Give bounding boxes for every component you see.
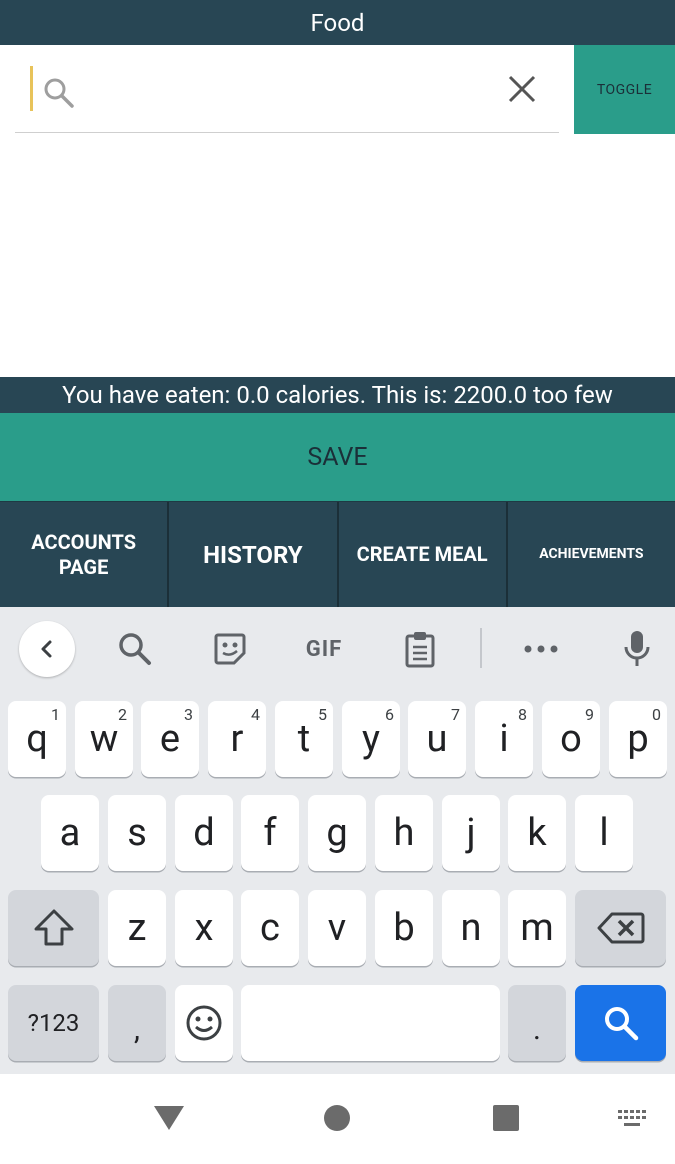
sticker-face-icon <box>214 633 246 665</box>
search-action-key[interactable] <box>575 985 666 1061</box>
key-k[interactable]: k <box>508 795 566 871</box>
save-button-label: SAVE <box>307 442 368 472</box>
key-d[interactable]: d <box>175 795 233 871</box>
key-g[interactable]: g <box>308 795 366 871</box>
key-w[interactable]: w2 <box>75 701 133 777</box>
key-x[interactable]: x <box>175 890 233 966</box>
create-meal-label: CREATE MEAL <box>356 542 488 566</box>
app-title: Food <box>310 8 365 37</box>
key-o[interactable]: o9 <box>542 701 600 777</box>
key-s[interactable]: s <box>108 795 166 871</box>
emoji-key[interactable] <box>175 985 233 1061</box>
close-icon[interactable] <box>507 74 537 104</box>
gif-button[interactable]: GIF <box>300 629 348 669</box>
back-triangle-icon[interactable] <box>152 1104 186 1132</box>
key-y[interactable]: y6 <box>342 701 400 777</box>
save-button[interactable]: SAVE <box>0 413 675 502</box>
key-n[interactable]: n <box>442 890 500 966</box>
keyboard-toolbar: GIF <box>0 607 675 691</box>
accounts-page-button[interactable]: ACCOUNTS PAGE <box>0 502 168 607</box>
shift-key[interactable] <box>8 890 99 966</box>
emoji-smiley-icon <box>186 1005 222 1041</box>
calories-status-bar: You have eaten: 0.0 calories. This is: 2… <box>0 377 675 413</box>
history-button[interactable]: HISTORY <box>169 502 337 607</box>
keyboard-search-icon[interactable] <box>115 629 155 669</box>
backspace-icon <box>597 912 644 944</box>
key-l[interactable]: l <box>575 795 633 871</box>
search-icon <box>119 633 151 665</box>
key-h[interactable]: h <box>375 795 433 871</box>
soft-keyboard: GIF q1 w 2 e 3 r 4 t 5 y 6 u 7 i 8 o 9 p… <box>0 607 675 1074</box>
shift-arrow-icon <box>34 909 73 946</box>
ellipsis-icon <box>524 645 558 653</box>
more-options-icon[interactable] <box>521 629 561 669</box>
symbols-key[interactable]: ?123 <box>8 985 99 1061</box>
keyboard-back-button[interactable] <box>19 621 75 677</box>
clipboard-glyph-icon <box>405 632 435 668</box>
achievements-label: ACHIEVEMENTS <box>539 545 644 562</box>
calories-status-text: You have eaten: 0.0 calories. This is: 2… <box>62 381 613 409</box>
search-row: TOGGLE <box>0 45 675 135</box>
key-c[interactable]: c <box>241 890 299 966</box>
key-t[interactable]: t5 <box>275 701 333 777</box>
key-i[interactable]: i8 <box>475 701 533 777</box>
chevron-left-icon <box>41 640 52 658</box>
create-meal-button[interactable]: CREATE MEAL <box>338 502 506 607</box>
achievements-button[interactable]: ACHIEVEMENTS <box>507 502 675 607</box>
backspace-key[interactable] <box>575 890 666 966</box>
key-f[interactable]: f <box>241 795 299 871</box>
key-r[interactable]: r4 <box>208 701 266 777</box>
mic-glyph-icon <box>624 631 650 666</box>
gif-label: GIF <box>305 636 343 662</box>
system-nav-bar <box>0 1074 675 1164</box>
search-icon <box>44 78 74 108</box>
search-field[interactable] <box>15 45 559 133</box>
space-bar[interactable] <box>241 985 500 1061</box>
clipboard-icon[interactable] <box>400 629 440 669</box>
toolbar-divider <box>480 628 482 668</box>
toggle-button[interactable]: TOGGLE <box>574 45 675 134</box>
comma-key[interactable]: , <box>108 985 166 1061</box>
key-b[interactable]: b <box>375 890 433 966</box>
search-input[interactable] <box>85 65 485 113</box>
key-m[interactable]: m <box>508 890 566 966</box>
toggle-button-label: TOGGLE <box>596 81 653 98</box>
period-key[interactable]: . <box>508 985 566 1061</box>
key-u[interactable]: u7 <box>408 701 466 777</box>
key-v[interactable]: v <box>308 890 366 966</box>
accounts-page-label: ACCOUNTS PAGE <box>31 529 137 579</box>
text-cursor <box>30 66 33 111</box>
key-a[interactable]: a <box>41 795 99 871</box>
app-title-bar: Food <box>0 0 675 45</box>
home-circle-icon[interactable] <box>323 1104 351 1132</box>
history-label: HISTORY <box>203 540 303 569</box>
key-q[interactable]: q1 <box>8 701 66 777</box>
bottom-nav: ACCOUNTS PAGE HISTORY CREATE MEAL ACHIEV… <box>0 502 675 607</box>
recents-square-icon[interactable] <box>492 1104 520 1132</box>
key-e[interactable]: e3 <box>141 701 199 777</box>
key-j[interactable]: j <box>442 795 500 871</box>
key-p[interactable]: p0 <box>609 701 667 777</box>
key-z[interactable]: z <box>108 890 166 966</box>
sticker-icon[interactable] <box>210 629 250 669</box>
microphone-icon[interactable] <box>617 629 657 669</box>
keyboard-switch-icon[interactable] <box>618 1110 648 1128</box>
search-icon <box>604 1007 638 1041</box>
